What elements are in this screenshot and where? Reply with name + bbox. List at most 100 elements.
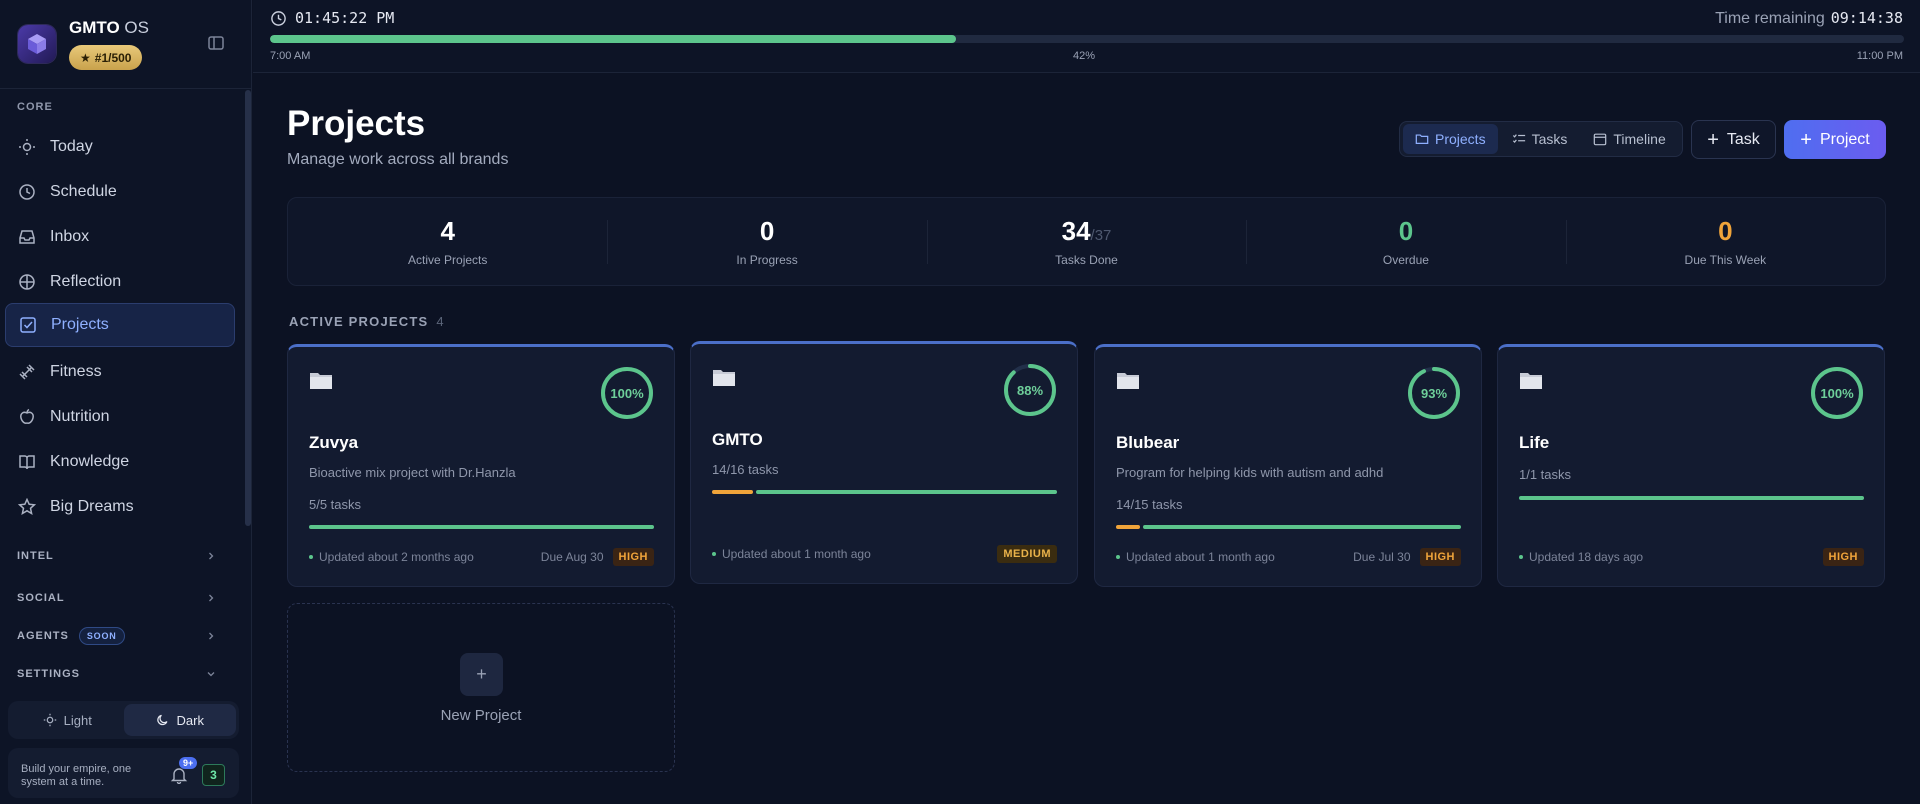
sidebar-group-settings[interactable]: SETTINGS [0, 662, 240, 686]
page-subtitle: Manage work across all brands [287, 151, 509, 168]
stat-tasks-done: 34/37 Tasks Done [926, 198, 1246, 285]
project-task-count: 5/5 tasks [309, 497, 362, 512]
sidebar-item-schedule[interactable]: Schedule [5, 170, 235, 214]
chevron-down-icon [207, 672, 215, 677]
view-projects-tab[interactable]: Projects [1403, 124, 1498, 154]
time-remaining: Time remaining 09:14:38 [1715, 9, 1903, 27]
add-project-button[interactable]: + Project [1784, 120, 1886, 159]
sidebar-item-big-dreams[interactable]: Big Dreams [5, 485, 235, 529]
stat-value: 34/37 [1061, 216, 1112, 246]
stat-label: In Progress [736, 253, 798, 267]
current-time: 01:45:22 PM [270, 9, 394, 27]
folder-icon [1520, 373, 1542, 389]
chevron-right-icon [209, 594, 214, 602]
sidebar-scrollbar[interactable] [245, 90, 251, 526]
inbox-icon [19, 230, 35, 244]
stat-value: 0 [1398, 216, 1414, 246]
day-progress-bar: 01:45:22 PM Time remaining 09:14:38 7:00 … [253, 0, 1920, 73]
plus-icon: + [1707, 128, 1719, 151]
sidebar-item-fitness[interactable]: Fitness [5, 350, 235, 394]
project-name: Life [1519, 433, 1550, 452]
project-card-zuvya[interactable]: 100% Zuvya Bioactive mix project with Dr… [287, 344, 675, 587]
rank-badge[interactable]: ★ #1/500 [69, 45, 143, 70]
stat-value: 0 [1718, 216, 1733, 246]
sidebar-item-inbox[interactable]: Inbox [5, 215, 235, 259]
sidebar-item-today[interactable]: Today [5, 125, 235, 169]
list-check-icon [1512, 134, 1525, 143]
sidebar-item-projects[interactable]: Projects [5, 303, 235, 347]
due-date: Due Jul 30 [1353, 550, 1411, 564]
app-name: GMTO OS [69, 18, 149, 37]
group-label: INTEL [17, 550, 54, 562]
project-name: Blubear [1116, 433, 1180, 452]
active-projects-heading: ACTIVE PROJECTS 4 [289, 314, 445, 329]
sidebar-item-label: Projects [51, 316, 109, 333]
sidebar-item-reflection[interactable]: Reflection [5, 260, 235, 304]
clock-icon [19, 184, 35, 200]
project-footer: Updated about 1 month ago Due Jul 30 HIGH [1116, 548, 1461, 566]
status-dot [712, 552, 716, 556]
project-footer: Updated about 2 months ago Due Aug 30 HIG… [309, 548, 654, 566]
project-description: Program for helping kids with autism and… [1116, 465, 1384, 480]
project-progress-bar [1116, 525, 1461, 529]
view-tasks-tab[interactable]: Tasks [1500, 124, 1580, 154]
plus-icon: + [460, 653, 503, 696]
view-timeline-tab[interactable]: Timeline [1581, 124, 1677, 154]
progress-percent: 100% [1820, 385, 1854, 401]
folder-icon [1415, 134, 1429, 144]
new-project-card[interactable]: + New Project [287, 603, 675, 772]
status-dot [1519, 555, 1523, 559]
progress-segment-done [309, 525, 654, 529]
sidebar-group-intel[interactable]: INTEL [0, 544, 240, 568]
project-card-life[interactable]: 100% Life 1/1 tasks Updated 18 days ago … [1497, 344, 1885, 587]
day-progress-fill [270, 35, 957, 43]
progress-percent: 100% [610, 385, 644, 401]
new-project-label: New Project [440, 707, 522, 724]
sidebar-group-social[interactable]: SOCIAL [0, 586, 240, 610]
day-percent-label: 42% [1073, 50, 1096, 62]
progress-segment-done [756, 490, 1057, 494]
project-task-count: 14/16 tasks [712, 462, 779, 477]
soon-badge: SOON [78, 627, 125, 645]
project-description: Bioactive mix project with Dr.Hanzla [309, 465, 516, 480]
cube-logo-icon [28, 34, 46, 54]
theme-dark-button[interactable]: Dark [123, 704, 236, 736]
folder-icon [1117, 373, 1139, 389]
priority-badge: MEDIUM [997, 545, 1057, 563]
folder-icon [713, 370, 735, 386]
sidebar-item-label: Schedule [50, 183, 117, 200]
status-dot [1116, 555, 1120, 559]
project-card-gmto[interactable]: 88% GMTO 14/16 tasks Updated about 1 mon… [690, 341, 1078, 584]
count-chip[interactable]: 3 [202, 764, 225, 786]
sidebar-item-nutrition[interactable]: Nutrition [5, 395, 235, 439]
theme-light-button[interactable]: Light [11, 704, 124, 736]
sun-icon [19, 139, 35, 155]
project-card-blubear[interactable]: 93% Blubear Program for helping kids wit… [1094, 344, 1482, 587]
target-icon [19, 274, 35, 290]
sidebar-group-agents[interactable]: AGENTS SOON [0, 624, 240, 648]
day-end-label: 11:00 PM [1856, 50, 1903, 62]
progress-segment-done [1143, 525, 1461, 529]
priority-badge: HIGH [1822, 548, 1864, 566]
add-task-button[interactable]: + Task [1691, 120, 1776, 159]
project-name: GMTO [712, 430, 763, 449]
progress-segment-pending [1116, 525, 1141, 529]
project-progress-bar [712, 490, 1057, 494]
stat-value: 0 [759, 216, 775, 246]
stat-label: Due This Week [1684, 253, 1767, 267]
sidebar-item-label: Fitness [50, 363, 102, 380]
day-start-label: 7:00 AM [270, 50, 311, 62]
tagline: Build your empire, one system at a time. [21, 763, 132, 788]
sidebar-nav: CORE Today Schedule Inbox Reflection Pro… [0, 90, 252, 690]
sidebar-item-knowledge[interactable]: Knowledge [5, 440, 235, 484]
priority-badge: HIGH [1419, 548, 1461, 566]
sidebar-item-label: Knowledge [50, 453, 130, 470]
plus-icon: + [1800, 128, 1812, 151]
priority-badge: HIGH [612, 548, 654, 566]
theme-toggle: Light Dark [8, 701, 239, 739]
star-icon: ★ [80, 50, 91, 65]
page-title: Projects [287, 104, 426, 143]
stat-value: 4 [440, 216, 455, 246]
sidebar-toggle-icon[interactable] [207, 34, 225, 52]
app-logo [18, 25, 56, 63]
